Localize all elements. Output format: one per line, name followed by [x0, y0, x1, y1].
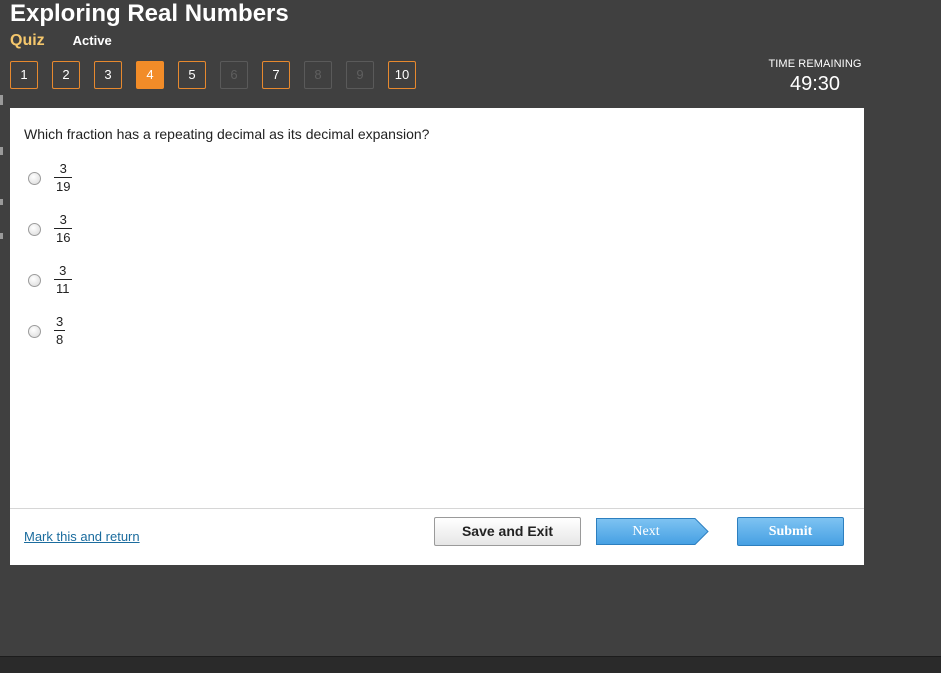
quiz-status-row: Quiz Active [10, 32, 112, 52]
fraction-numerator: 3 [56, 314, 64, 329]
radio-button-icon[interactable] [28, 171, 41, 185]
question-button-4[interactable]: 4 [136, 61, 164, 89]
fraction-bar [54, 177, 73, 178]
fraction-denominator: 16 [56, 230, 71, 245]
question-button-5[interactable]: 5 [178, 61, 206, 89]
fraction: 3 19 [54, 161, 73, 194]
question-footer: Mark this and return Save and Exit Next … [10, 508, 864, 565]
save-and-exit-button[interactable]: Save and Exit [434, 517, 581, 546]
radio-button-icon[interactable] [28, 222, 41, 236]
answer-option-4[interactable]: 3 8 [28, 313, 66, 349]
fraction-numerator: 3 [59, 161, 67, 176]
answer-option-3[interactable]: 3 11 [28, 262, 72, 298]
answer-option-1[interactable]: 3 19 [28, 160, 73, 196]
left-tab [0, 199, 3, 205]
radio-button-icon[interactable] [28, 324, 41, 338]
submit-button[interactable]: Submit [737, 517, 844, 546]
status-label: Active [72, 33, 112, 48]
left-tab [0, 95, 3, 105]
next-button[interactable]: Next [595, 517, 710, 546]
left-tab [0, 147, 3, 155]
fraction-denominator: 8 [56, 332, 64, 347]
fraction-denominator: 11 [56, 281, 70, 296]
question-button-9: 9 [346, 61, 374, 89]
quiz-label: Quiz [10, 32, 45, 49]
question-panel: Which fraction has a repeating decimal a… [10, 108, 864, 565]
fraction: 3 16 [54, 212, 73, 245]
fraction: 3 8 [54, 314, 66, 347]
bottom-bar [0, 656, 941, 673]
question-button-2[interactable]: 2 [52, 61, 80, 89]
mark-and-return-link[interactable]: Mark this and return [24, 529, 140, 544]
fraction: 3 11 [54, 264, 72, 296]
question-button-10[interactable]: 10 [388, 61, 416, 89]
left-tab [0, 233, 3, 239]
question-text: Which fraction has a repeating decimal a… [24, 126, 430, 142]
time-remaining-label: TIME REMAINING [768, 58, 862, 70]
time-remaining: TIME REMAINING 49:30 [760, 58, 870, 96]
fraction-bar [54, 330, 66, 331]
question-button-7[interactable]: 7 [262, 61, 290, 89]
radio-button-icon[interactable] [28, 273, 41, 287]
question-button-3[interactable]: 3 [94, 61, 122, 89]
page-title: Exploring Real Numbers [10, 0, 289, 27]
answer-option-2[interactable]: 3 16 [28, 211, 73, 247]
time-remaining-value: 49:30 [789, 73, 841, 95]
fraction-bar [54, 279, 72, 280]
question-button-1[interactable]: 1 [10, 61, 38, 89]
fraction-numerator: 3 [59, 263, 67, 278]
left-edge-tabs [0, 95, 4, 245]
fraction-denominator: 19 [56, 179, 71, 194]
fraction-bar [54, 228, 73, 229]
fraction-numerator: 3 [59, 212, 67, 227]
question-button-6: 6 [220, 61, 248, 89]
next-button-label: Next [632, 524, 660, 539]
question-button-8: 8 [304, 61, 332, 89]
quiz-page: Exploring Real Numbers Quiz Active 1 2 3… [0, 0, 941, 673]
